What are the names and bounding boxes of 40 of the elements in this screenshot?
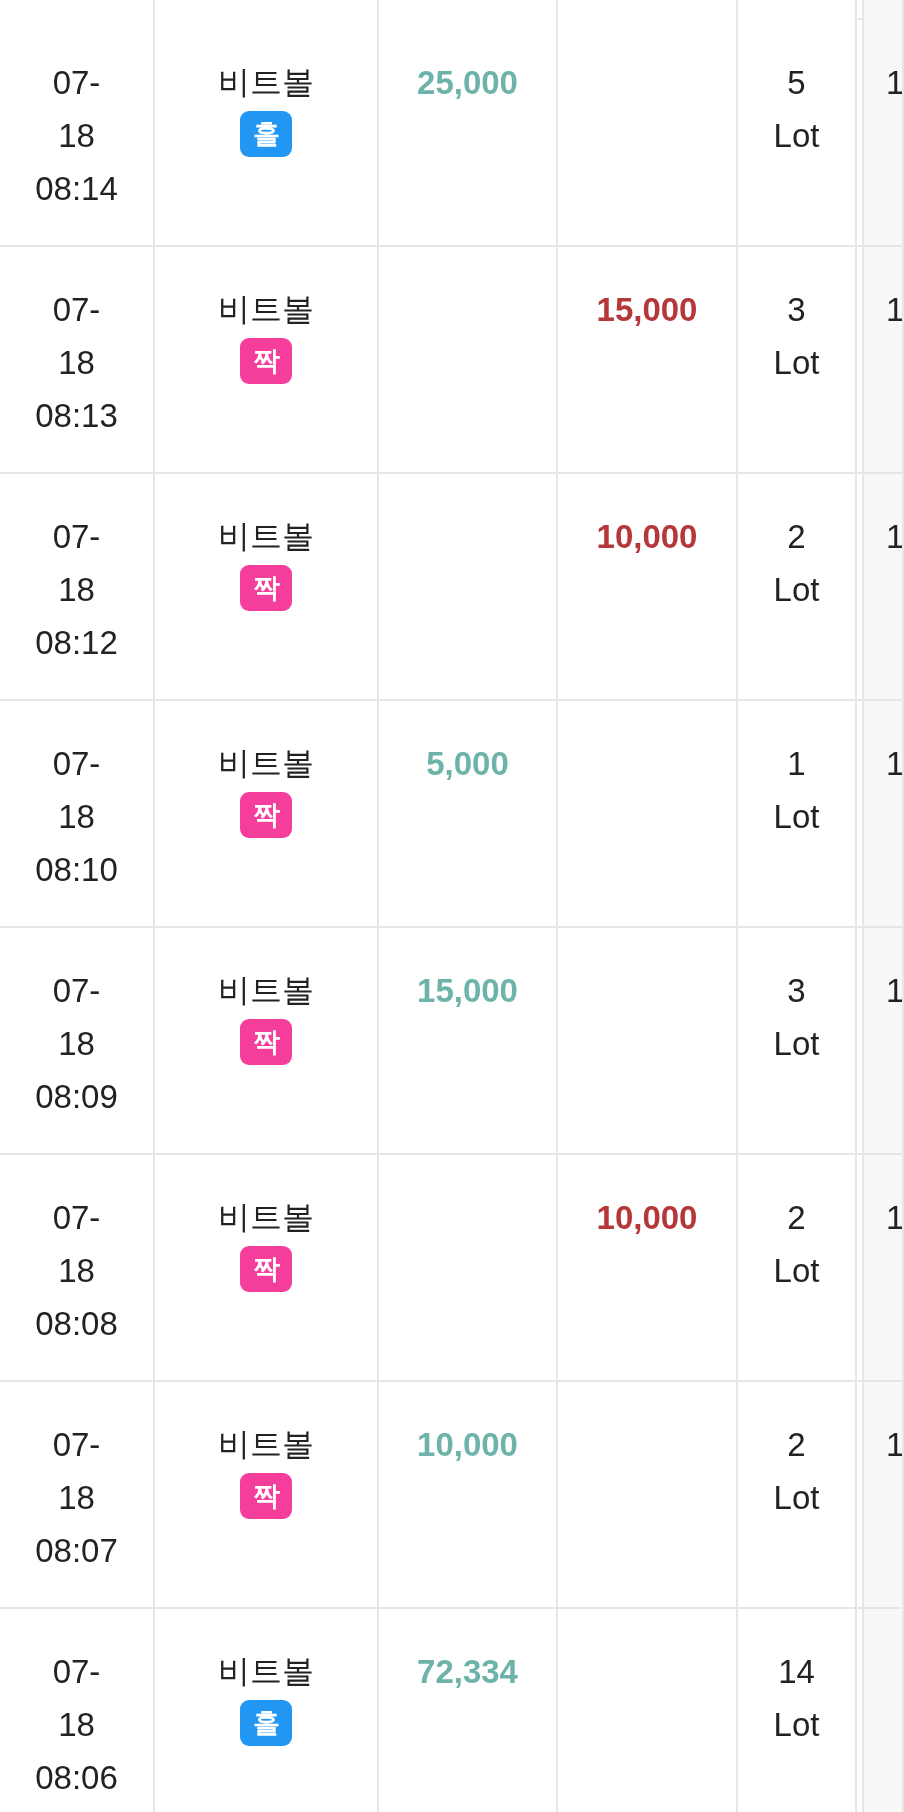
date-time: 07-18 08:08 [35, 1198, 118, 1344]
result-badge: 짝 [240, 1019, 292, 1065]
game-name: 비트볼 [218, 971, 314, 1010]
loss-amount: 10,000 [596, 517, 698, 557]
lot-count: 1 Lot [773, 744, 820, 837]
game-name: 비트볼 [218, 63, 314, 102]
date-time: 07-18 08:07 [35, 1425, 118, 1571]
lot-count: 2 Lot [773, 1198, 820, 1291]
date-time: 07-18 08:06 [35, 1652, 118, 1798]
lot-count: 5 Lot [773, 63, 820, 156]
game-name: 비트볼 [218, 517, 314, 556]
result-badge: 짝 [240, 1473, 292, 1519]
win-amount: 25,000 [417, 63, 518, 103]
lot-count: 2 Lot [773, 1425, 820, 1518]
result-badge: 홀 [240, 1700, 292, 1746]
lot-count: 3 Lot [773, 290, 820, 383]
win-amount: 72,334 [417, 1652, 518, 1692]
result-badge: 짝 [240, 565, 292, 611]
result-badge: 짝 [240, 338, 292, 384]
lot-count: 3 Lot [773, 971, 820, 1064]
result-badge: 짝 [240, 1246, 292, 1292]
win-amount: 10,000 [417, 1425, 518, 1465]
win-amount: 5,000 [426, 744, 509, 784]
date-time: 07-18 08:14 [35, 63, 118, 209]
result-badge: 홀 [240, 111, 292, 157]
win-amount: 15,000 [417, 971, 518, 1011]
result-badge: 짝 [240, 792, 292, 838]
loss-amount: 15,000 [596, 290, 698, 330]
game-name: 비트볼 [218, 1198, 314, 1237]
lot-count: 2 Lot [773, 517, 820, 610]
loss-amount: 10,000 [596, 1198, 698, 1238]
date-time: 07-18 08:12 [35, 517, 118, 663]
date-time: 07-18 08:10 [35, 744, 118, 890]
game-name: 비트볼 [218, 1425, 314, 1464]
game-name: 비트볼 [218, 1652, 314, 1691]
date-time: 07-18 08:13 [35, 290, 118, 436]
game-name: 비트볼 [218, 744, 314, 783]
lot-count: 14 Lot [773, 1652, 820, 1745]
game-name: 비트볼 [218, 290, 314, 329]
date-time: 07-18 08:09 [35, 971, 118, 1117]
